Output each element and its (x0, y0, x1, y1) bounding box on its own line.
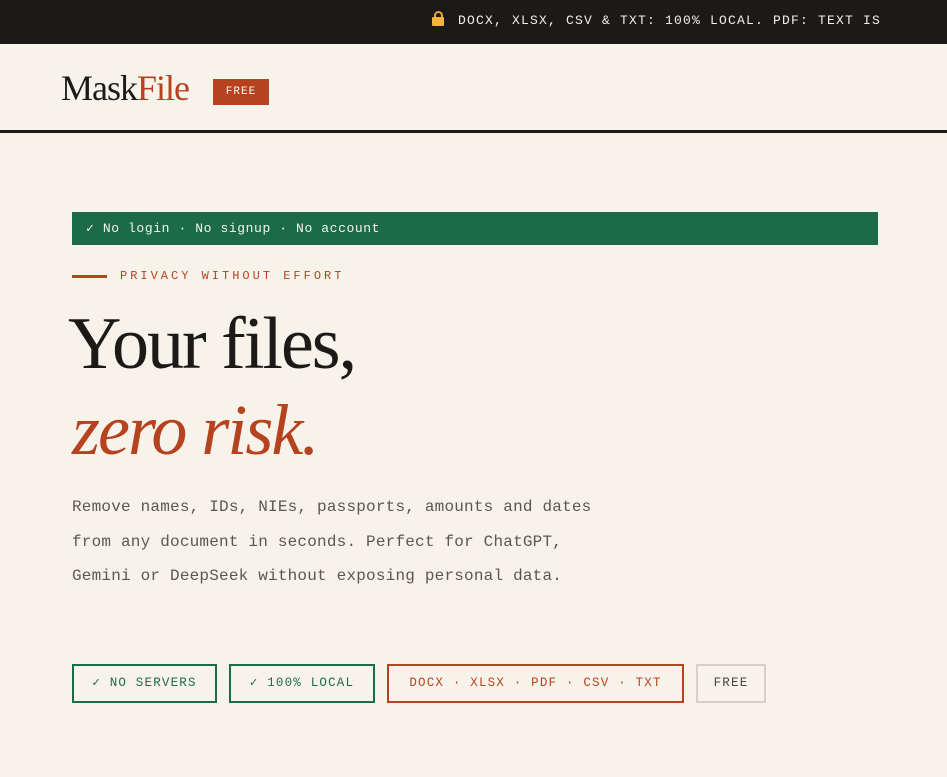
site-header: MaskFile FREE (0, 44, 947, 133)
headline-line-2: zero risk. (72, 390, 319, 470)
logo-text-mask: Mask (61, 68, 138, 108)
free-chip: FREE (696, 664, 766, 703)
no-login-banner: ✓ No login · No signup · No account (72, 212, 878, 245)
local-chip: ✓ 100% LOCAL (229, 664, 375, 703)
lock-icon (432, 11, 444, 26)
eyebrow: PRIVACY WITHOUT EFFORT (72, 267, 344, 285)
eyebrow-text: PRIVACY WITHOUT EFFORT (120, 269, 345, 283)
headline-line-1: Your files, (68, 303, 357, 385)
no-servers-chip: ✓ NO SERVERS (72, 664, 217, 703)
formats-chip: DOCX · XLSX · PDF · CSV · TXT (387, 664, 684, 703)
announcement-text: DOCX, XLSX, CSV & TXT: 100% LOCAL. PDF: … (458, 13, 882, 28)
logo-text-file: File (137, 68, 190, 108)
eyebrow-rule (72, 274, 107, 278)
announcement-bar: DOCX, XLSX, CSV & TXT: 100% LOCAL. PDF: … (0, 0, 947, 44)
announcement-content: DOCX, XLSX, CSV & TXT: 100% LOCAL. PDF: … (432, 11, 881, 31)
free-badge: FREE (213, 79, 269, 105)
hero-description: Remove names, IDs, NIEs, passports, amou… (72, 498, 592, 585)
logo[interactable]: MaskFile (61, 66, 190, 110)
